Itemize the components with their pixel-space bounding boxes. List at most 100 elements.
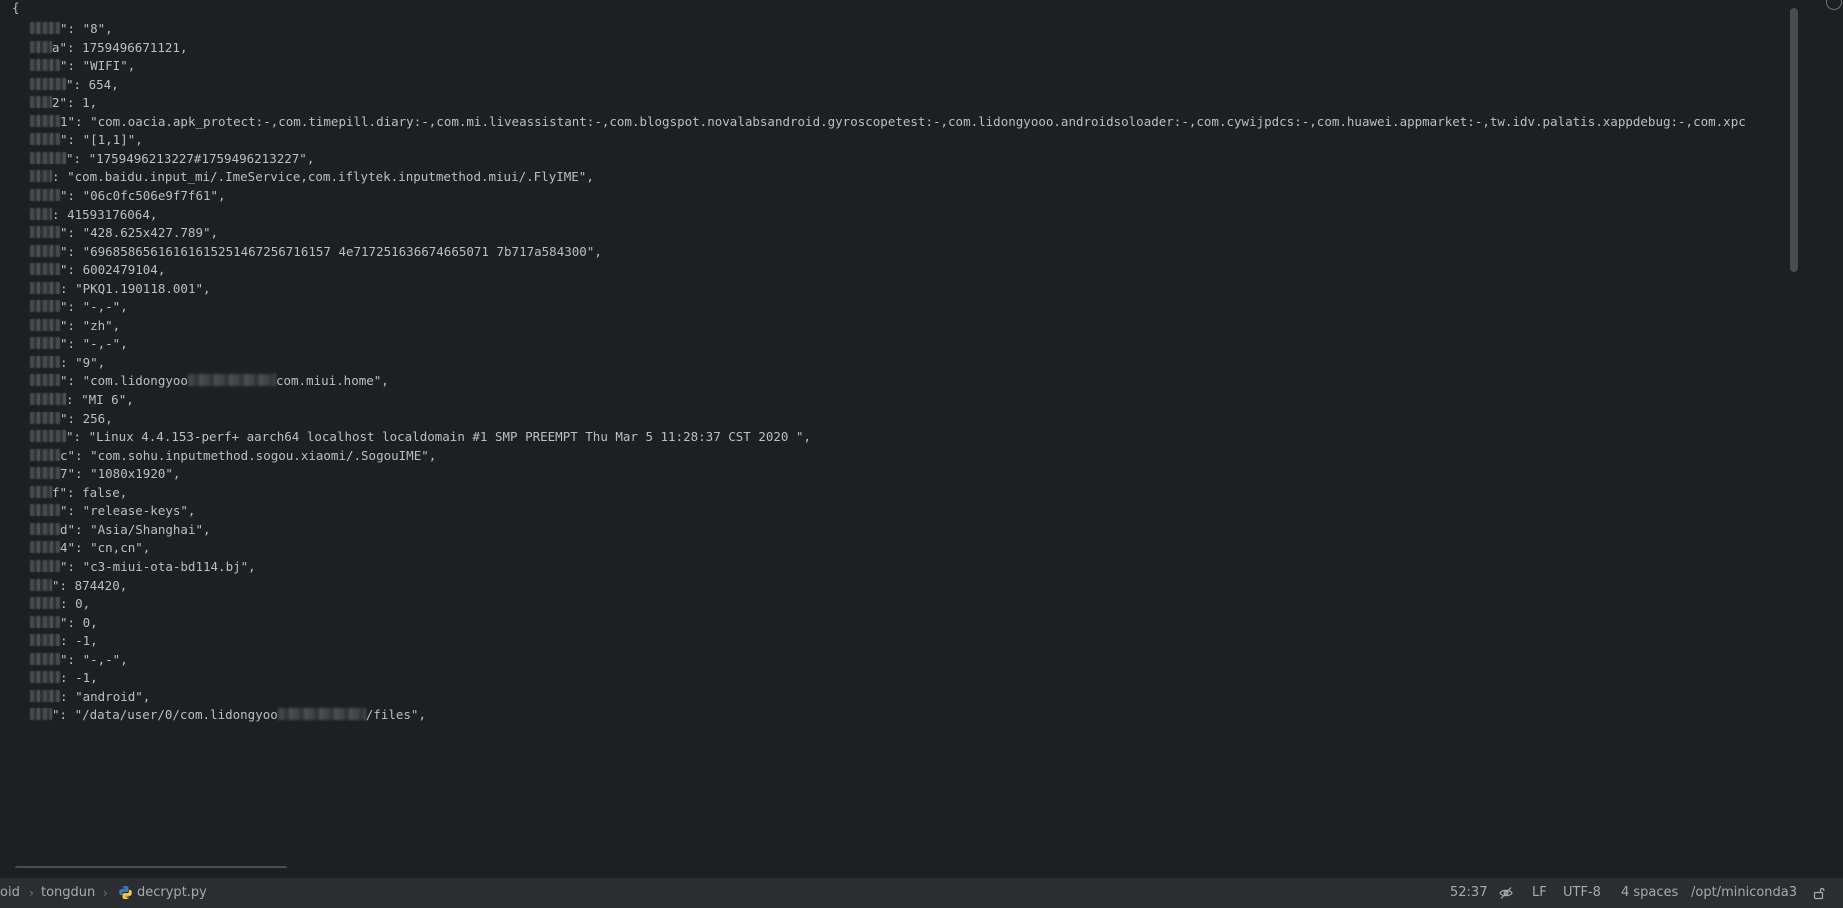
key-suffix: 2": [52,95,83,111]
value-text: "cn,cn", [90,540,151,556]
key-suffix: d": [60,521,91,537]
redacted-key [30,151,66,164]
key-suffix: ": [60,503,83,519]
value-text: "com.lidongyoo [82,373,188,389]
line-separator[interactable]: LF [1532,878,1547,908]
indent-setting[interactable]: 4 spaces [1621,878,1678,908]
redacted-key [30,133,60,146]
value-text: -1, [75,633,98,649]
key-suffix: ": [60,21,83,36]
value-text: 0, [82,614,98,630]
redacted-key [30,559,60,572]
key-suffix: : [60,633,76,649]
code-editor[interactable]: { ": "8", a": 1759496671121, ": "WIFI", ": … [0,0,1843,868]
value-text: "69685865616161615251467256716157 4e7172… [82,243,602,259]
key-suffix: 1": [60,113,91,129]
value-text: 874420, [74,577,128,593]
readonly-toggle-icon[interactable] [1499,886,1513,900]
key-suffix: : [66,392,82,407]
redacted-key [30,114,60,127]
redacted-key [30,430,66,443]
key-suffix: ": [60,614,83,630]
redacted-key [30,671,60,684]
value-text: "com.sohu.inputmethod.sogou.xiaomi/.Sogo… [90,447,437,463]
breadcrumb-item-folder[interactable]: tongdun [41,878,95,908]
key-suffix: : [60,688,76,704]
redacted-value [187,374,276,387]
key-suffix: ": [60,299,83,315]
redacted-key [30,689,60,702]
breadcrumb-item-project[interactable]: oid [0,878,20,908]
key-suffix: ": [60,558,83,574]
vertical-scrollbar-thumb[interactable] [1790,8,1798,272]
value-text: "com.oacia.apk_protect:-,com.timepill.di… [90,113,1746,129]
redacted-key [30,244,60,257]
value-text: 1759496671121, [82,39,188,55]
lock-icon[interactable] [1812,886,1826,900]
value-text: "[1,1]", [82,132,143,148]
redacted-key [30,355,60,368]
redacted-key [30,77,66,90]
python-interpreter[interactable]: /opt/miniconda3 [1691,878,1797,908]
value-text: "-,-", [82,299,128,315]
cursor-position[interactable]: 52:37 [1450,878,1487,908]
value-text: "428.625x427.789", [82,225,219,241]
value-text: 256, [82,410,113,426]
file-encoding[interactable]: UTF-8 [1563,878,1601,908]
breadcrumb-item-file[interactable]: decrypt.py [137,878,207,908]
redacted-key [30,263,60,276]
value-text: 654, [88,76,119,92]
key-suffix: : [60,280,76,296]
status-bar: oid › tongdun › decrypt.py 52:37 LF UTF-… [0,877,1843,908]
redacted-key [30,59,60,72]
key-suffix: : [60,354,76,370]
key-suffix: ": [60,262,83,278]
key-suffix: ": [60,317,83,333]
code-content[interactable]: { ": "8", a": 1759496671121, ": "WIFI", ": … [12,0,1782,862]
redacted-key [30,96,52,109]
chevron-right-icon: › [29,886,34,900]
value-text: 0, [75,596,91,612]
key-suffix: ": [60,225,83,241]
key-suffix: a": [52,39,83,55]
value-text-after-redaction: /files", [365,707,426,723]
redacted-key [30,300,60,313]
redacted-key [30,467,60,480]
key-suffix: ": [60,132,83,148]
redacted-key [30,337,60,350]
key-suffix: ": [66,76,89,92]
key-suffix: : [60,596,76,612]
redacted-key [30,226,60,239]
value-text: false, [82,484,128,500]
value-text: "zh", [82,317,121,333]
redacted-key [30,578,52,591]
redacted-key [30,207,52,220]
value-text: "com.baidu.input_mi/.ImeService,com.ifly… [67,169,594,185]
horizontal-scrollbar-thumb[interactable] [14,866,288,868]
key-suffix: ": [60,410,83,426]
notifications-icon[interactable] [1826,0,1842,10]
redacted-key [30,541,60,554]
redacted-key [30,22,60,34]
key-suffix: 4": [60,540,91,556]
value-text: "WIFI", [82,58,136,74]
key-suffix: ": [60,373,83,389]
value-text: 6002479104, [82,262,166,278]
redacted-key [30,281,60,294]
value-text: "PKQ1.190118.001", [75,280,211,296]
key-suffix: ": [60,336,83,352]
code-line: 1": "com.oacia.apk_protect:-,com.timepil… [12,111,1746,133]
key-suffix: ": [60,58,83,74]
value-text-after-redaction: com.miui.home", [275,373,389,389]
key-suffix: ": [66,150,89,166]
value-text: "android", [75,688,151,704]
key-suffix: ": [60,187,83,203]
value-text: "8", [82,21,113,36]
value-text: "9", [75,354,106,370]
value-text: "c3-miui-ota-bd114.bj", [82,558,256,574]
value-text: "1080x1920", [90,466,181,482]
key-suffix: ": [60,651,83,667]
redacted-key [30,652,60,665]
redacted-key [30,374,60,387]
redacted-key [30,504,60,517]
